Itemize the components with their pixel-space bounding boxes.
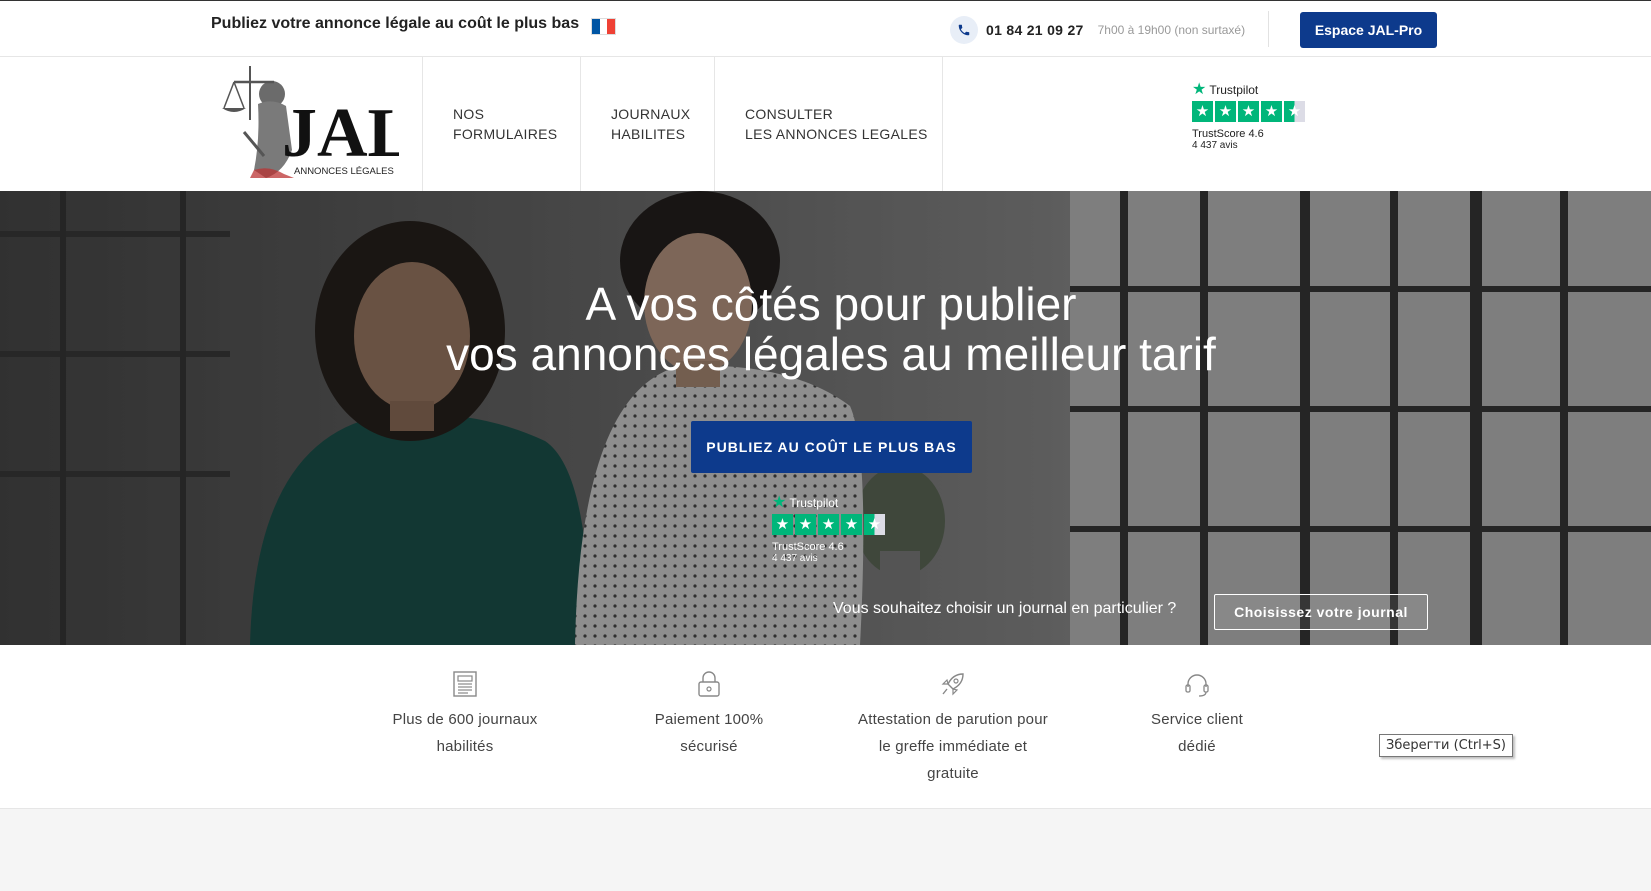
save-tooltip: Зберегти (Ctrl+S) <box>1379 734 1514 757</box>
logo-subtitle: ANNONCES LÉGALES <box>294 166 394 177</box>
feature-line: gratuite <box>927 765 979 782</box>
trustpilot-reviews: 4 437 avis <box>1192 140 1238 151</box>
rocket-icon <box>941 673 964 696</box>
nav-label: JOURNAUX HABILITES <box>611 104 690 144</box>
hero-title-line: A vos côtés pour publier <box>585 278 1077 330</box>
feature-service-client: Service client dédié <box>1077 670 1317 760</box>
star-icon: ★ <box>1192 101 1213 122</box>
headset-icon <box>1185 674 1209 697</box>
feature-paiement: Paiement 100% sécurisé <box>589 670 829 760</box>
trustpilot-rating-stars: ★ ★ ★ ★ ★ <box>772 514 885 535</box>
star-icon: ★ <box>1238 101 1259 122</box>
feature-line: dédié <box>1178 738 1216 755</box>
feature-journaux: Plus de 600 journaux habilités <box>345 670 585 760</box>
trustpilot-score: TrustScore 4.6 <box>772 541 844 553</box>
nav-item-annonces[interactable]: CONSULTER LES ANNONCES LEGALES <box>714 57 942 191</box>
nav-label-line: JOURNAUX <box>611 106 691 122</box>
star-icon: ★ <box>795 514 816 535</box>
trustpilot-star-icon: ★ <box>772 494 787 511</box>
star-icon: ★ <box>841 514 862 535</box>
phone-contact[interactable]: 01 84 21 09 27 7h00 à 19h00 (non surtaxé… <box>950 15 1245 45</box>
feature-line: le greffe immédiate et <box>878 738 1028 755</box>
trustpilot-brand-label: Trustpilot <box>1209 83 1259 97</box>
feature-attestation: Attestation de parution pour le greffe i… <box>833 670 1073 787</box>
hero-overlay <box>0 191 1651 645</box>
feature-line: Service client <box>1150 711 1243 728</box>
nav-label-line: LES ANNONCES LEGALES <box>745 126 928 142</box>
nav-label-line: FORMULAIRES <box>453 126 558 142</box>
main-nav: JAL ANNONCES LÉGALES NOS FORMULAIRES JOU… <box>0 57 1651 191</box>
trustpilot-brand-label: Trustpilot <box>789 496 839 510</box>
nav-label-line: CONSULTER <box>745 106 834 122</box>
logo-letters: JAL <box>282 95 399 172</box>
nav-label-line: HABILITES <box>611 126 686 142</box>
feature-line: sécurisé <box>680 738 738 755</box>
trustpilot-rating-stars: ★ ★ ★ ★ ★ <box>1192 101 1305 122</box>
espace-jal-pro-button[interactable]: Espace JAL-Pro <box>1300 12 1437 48</box>
nav-item-formulaires[interactable]: NOS FORMULAIRES <box>422 57 580 191</box>
nav-label: CONSULTER LES ANNONCES LEGALES <box>745 104 928 144</box>
hero-banner: A vos côtés pour publier vos annonces lé… <box>0 191 1651 645</box>
tagline: Publiez votre annonce légale au coût le … <box>211 15 580 32</box>
star-icon: ★ <box>1215 101 1236 122</box>
trustpilot-widget-hero[interactable]: ★ Trustpilot ★ ★ ★ ★ ★ TrustScore 4.6 4 … <box>772 494 885 564</box>
half-star-icon: ★ <box>1284 101 1305 122</box>
nav-label-line: NOS <box>453 106 485 122</box>
french-flag-icon <box>591 18 616 35</box>
nav-label: NOS FORMULAIRES <box>453 104 557 144</box>
top-bar: Publiez votre annonce légale au coût le … <box>0 0 1651 57</box>
feature-line: Plus de 600 journaux <box>392 711 538 728</box>
topbar-divider <box>1268 11 1269 47</box>
jal-logo[interactable]: JAL ANNONCES LÉGALES <box>214 60 414 184</box>
hero-title: A vos côtés pour publier vos annonces lé… <box>0 279 1651 379</box>
features-strip: Plus de 600 journaux habilités Paiement … <box>0 645 1651 809</box>
nav-divider <box>942 57 943 191</box>
hero-title-line: vos annonces légales au meilleur tarif <box>446 328 1216 380</box>
star-icon: ★ <box>1261 101 1282 122</box>
half-star-icon: ★ <box>864 514 885 535</box>
trustpilot-brand: ★ Trustpilot <box>772 494 885 511</box>
publish-cheapest-button[interactable]: PUBLIEZ AU COÛT LE PLUS BAS <box>691 421 972 473</box>
phone-hours: 7h00 à 19h00 (non surtaxé) <box>1097 23 1246 37</box>
trustpilot-star-icon: ★ <box>1192 81 1207 98</box>
choose-journal-button[interactable]: Choisissez votre journal <box>1214 594 1428 630</box>
star-icon: ★ <box>818 514 839 535</box>
choose-journal-prompt: Vous souhaitez choisir un journal en par… <box>833 600 1177 617</box>
newspaper-icon <box>453 671 477 697</box>
phone-number[interactable]: 01 84 21 09 27 <box>986 22 1084 38</box>
nav-item-journaux[interactable]: JOURNAUX HABILITES <box>580 57 714 191</box>
feature-line: habilités <box>436 738 494 755</box>
feature-line: Attestation de parution pour <box>858 711 1048 728</box>
feature-line: Paiement 100% <box>654 711 764 728</box>
star-icon: ★ <box>772 514 793 535</box>
trustpilot-widget-header[interactable]: ★ Trustpilot ★ ★ ★ ★ ★ TrustScore 4.6 4 … <box>1192 81 1305 151</box>
trustpilot-brand: ★ Trustpilot <box>1192 81 1305 98</box>
lock-icon <box>698 671 720 697</box>
trustpilot-reviews: 4 437 avis <box>772 553 818 564</box>
trustpilot-score: TrustScore 4.6 <box>1192 128 1264 140</box>
phone-icon <box>950 16 978 44</box>
